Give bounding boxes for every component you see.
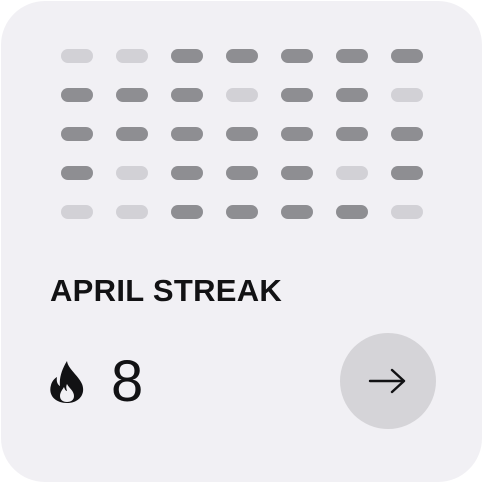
streak-calendar-grid — [61, 49, 423, 219]
day-cell-active — [226, 205, 258, 219]
day-cell-active — [116, 88, 148, 102]
day-cell-active — [171, 88, 203, 102]
day-cell-inactive — [61, 205, 93, 219]
day-cell-active — [171, 127, 203, 141]
day-cell-active — [171, 49, 203, 63]
day-cell-inactive — [116, 205, 148, 219]
day-cell-active — [391, 49, 423, 63]
streak-count-row: 8 — [47, 351, 143, 413]
day-cell-active — [226, 127, 258, 141]
flame-icon — [50, 361, 84, 403]
day-cell-active — [281, 205, 313, 219]
day-cell-active — [281, 166, 313, 180]
day-cell-inactive — [391, 205, 423, 219]
day-cell-active — [61, 88, 93, 102]
day-cell-active — [336, 205, 368, 219]
day-cell-active — [226, 49, 258, 63]
day-cell-inactive — [61, 49, 93, 63]
day-cell-active — [336, 49, 368, 63]
day-cell-active — [171, 166, 203, 180]
day-cell-active — [171, 205, 203, 219]
streak-card: APRIL STREAK 8 — [1, 1, 482, 482]
day-cell-active — [281, 88, 313, 102]
day-cell-inactive — [116, 166, 148, 180]
day-cell-active — [61, 127, 93, 141]
streak-count: 8 — [111, 349, 144, 414]
day-cell-active — [391, 166, 423, 180]
day-cell-inactive — [336, 166, 368, 180]
day-cell-inactive — [391, 88, 423, 102]
day-cell-inactive — [226, 88, 258, 102]
day-cell-active — [391, 127, 423, 141]
day-cell-active — [336, 127, 368, 141]
open-streak-button[interactable] — [340, 333, 436, 429]
day-cell-active — [116, 127, 148, 141]
day-cell-active — [281, 49, 313, 63]
day-cell-active — [226, 166, 258, 180]
card-title: APRIL STREAK — [50, 273, 283, 308]
arrow-right-icon — [368, 368, 406, 394]
day-cell-inactive — [116, 49, 148, 63]
day-cell-active — [281, 127, 313, 141]
day-cell-active — [336, 88, 368, 102]
day-cell-active — [61, 166, 93, 180]
